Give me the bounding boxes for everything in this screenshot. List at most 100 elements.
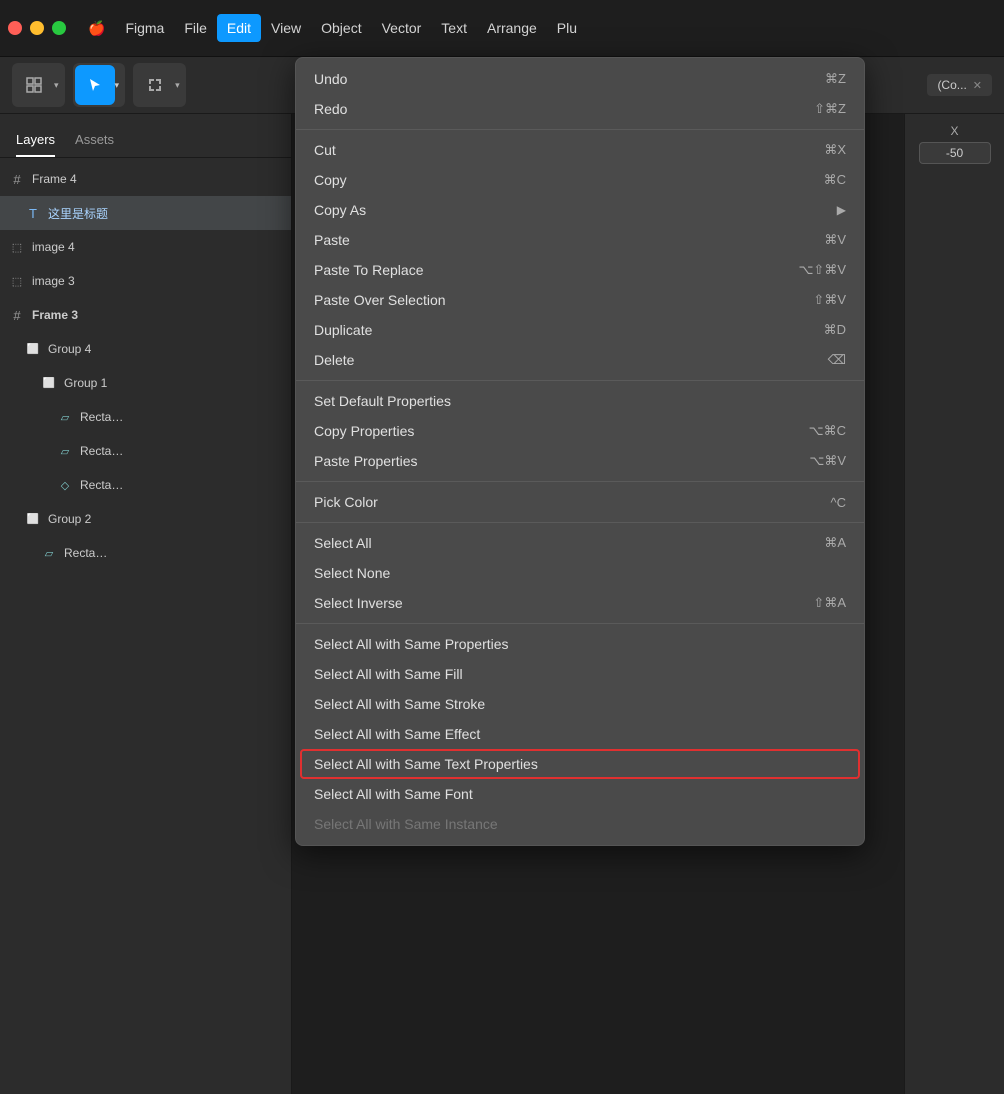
menu-item-paste[interactable]: Paste ⌘V xyxy=(296,225,864,255)
menu-edit[interactable]: Edit xyxy=(217,14,261,42)
menu-item-undo[interactable]: Undo ⌘Z xyxy=(296,64,864,94)
layer-name: Group 1 xyxy=(64,376,283,390)
menu-item-select-none[interactable]: Select None xyxy=(296,558,864,588)
menu-item-cut[interactable]: Cut ⌘X xyxy=(296,135,864,165)
group-icon: ⬜ xyxy=(24,514,42,525)
tab-close-button[interactable]: ✕ xyxy=(973,79,982,92)
frame-icon: # xyxy=(8,308,26,323)
menu-item-same-stroke[interactable]: Select All with Same Stroke xyxy=(296,689,864,719)
menu-shortcut: ⌘C xyxy=(824,172,846,188)
layer-name: Recta… xyxy=(64,546,283,560)
menu-shortcut: ⇧⌘A xyxy=(813,595,846,611)
grid-tool-button[interactable] xyxy=(14,65,54,105)
layer-item[interactable]: ⬜ Group 2 xyxy=(0,502,291,536)
menu-item-label: Select All with Same Properties xyxy=(314,636,509,652)
frame-tool-chevron: ▾ xyxy=(175,80,184,91)
layer-name: 这里是标题 xyxy=(48,205,283,222)
layer-item[interactable]: ◇ Recta… xyxy=(0,468,291,502)
menu-apple[interactable]: 🍎 xyxy=(78,14,115,43)
menu-item-label: Select All with Same Text Properties xyxy=(314,756,538,772)
select-tool-chevron: ▾ xyxy=(115,80,124,91)
menu-shortcut: ⌥⌘V xyxy=(809,453,846,469)
menu-vector[interactable]: Vector xyxy=(372,14,432,42)
close-button[interactable] xyxy=(8,21,22,35)
menu-item-duplicate[interactable]: Duplicate ⌘D xyxy=(296,315,864,345)
select-tool-group: ▾ xyxy=(73,63,126,107)
menu-item-copy[interactable]: Copy ⌘C xyxy=(296,165,864,195)
menu-item-copy-properties[interactable]: Copy Properties ⌥⌘C xyxy=(296,416,864,446)
menu-shortcut: ⌘Z xyxy=(825,71,846,87)
image-icon: ⬚ xyxy=(8,275,26,288)
menu-item-same-text-properties[interactable]: Select All with Same Text Properties xyxy=(300,749,860,779)
panel-tabs: Layers Assets xyxy=(0,114,291,158)
layer-item[interactable]: ⬜ Group 1 xyxy=(0,366,291,400)
menu-item-label: Select All xyxy=(314,535,372,551)
menu-figma[interactable]: Figma xyxy=(115,14,174,42)
menu-item-same-fill[interactable]: Select All with Same Fill xyxy=(296,659,864,689)
group-icon: ⬜ xyxy=(24,344,42,355)
layer-item[interactable]: ▱ Recta… xyxy=(0,536,291,570)
menu-item-paste-over-selection[interactable]: Paste Over Selection ⇧⌘V xyxy=(296,285,864,315)
layer-item[interactable]: ▱ Recta… xyxy=(0,400,291,434)
menu-shortcut: ⇧⌘Z xyxy=(814,101,846,117)
menu-arrange[interactable]: Arrange xyxy=(477,14,547,42)
group-icon: ⬜ xyxy=(40,378,58,389)
layer-list: # Frame 4 T 这里是标题 ⬚ image 4 ⬚ image 3 # … xyxy=(0,158,291,570)
menu-item-paste-properties[interactable]: Paste Properties ⌥⌘V xyxy=(296,446,864,476)
open-tab[interactable]: (Co... ✕ xyxy=(927,74,992,96)
x-input[interactable] xyxy=(919,142,991,164)
menu-plugins[interactable]: Plu xyxy=(547,14,587,42)
layer-name: Group 4 xyxy=(48,342,283,356)
menu-item-paste-to-replace[interactable]: Paste To Replace ⌥⇧⌘V xyxy=(296,255,864,285)
menu-item-delete[interactable]: Delete ⌫ xyxy=(296,345,864,375)
tab-label: (Co... xyxy=(937,78,966,92)
menu-item-set-default[interactable]: Set Default Properties xyxy=(296,386,864,416)
menu-item-select-all[interactable]: Select All ⌘A xyxy=(296,528,864,558)
menu-item-label: Copy Properties xyxy=(314,423,414,439)
menu-item-redo[interactable]: Redo ⇧⌘Z xyxy=(296,94,864,124)
tab-layers[interactable]: Layers xyxy=(16,132,55,157)
layer-item[interactable]: # Frame 3 xyxy=(0,298,291,332)
layer-item[interactable]: ⬜ Group 4 xyxy=(0,332,291,366)
menu-item-label: Set Default Properties xyxy=(314,393,451,409)
frame-icon: # xyxy=(8,172,26,187)
menu-item-label: Select None xyxy=(314,565,390,581)
layer-item[interactable]: ⬚ image 4 xyxy=(0,230,291,264)
tab-assets[interactable]: Assets xyxy=(75,132,114,157)
menu-item-label: Pick Color xyxy=(314,494,378,510)
minimize-button[interactable] xyxy=(30,21,44,35)
frame-tool-button[interactable] xyxy=(135,65,175,105)
layer-name: Recta… xyxy=(80,410,283,424)
menu-shortcut: ^C xyxy=(831,495,847,510)
menu-item-select-inverse[interactable]: Select Inverse ⇧⌘A xyxy=(296,588,864,618)
menu-item-label: Copy xyxy=(314,172,347,188)
menu-item-pick-color[interactable]: Pick Color ^C xyxy=(296,487,864,517)
menu-text[interactable]: Text xyxy=(431,14,477,42)
maximize-button[interactable] xyxy=(52,21,66,35)
menu-item-label: Select All with Same Instance xyxy=(314,816,498,832)
frame-tool-group: ▾ xyxy=(133,63,186,107)
menu-separator xyxy=(296,380,864,381)
select-tool-button[interactable] xyxy=(75,65,115,105)
menu-file[interactable]: File xyxy=(174,14,217,42)
menu-item-same-instance: Select All with Same Instance xyxy=(296,809,864,839)
menu-item-same-font[interactable]: Select All with Same Font xyxy=(296,779,864,809)
menu-view[interactable]: View xyxy=(261,14,311,42)
layer-item[interactable]: ⬚ image 3 xyxy=(0,264,291,298)
menu-item-same-effect[interactable]: Select All with Same Effect xyxy=(296,719,864,749)
menu-object[interactable]: Object xyxy=(311,14,371,42)
menu-item-copy-as[interactable]: Copy As ▶ xyxy=(296,195,864,225)
window-controls xyxy=(8,21,66,35)
layer-item[interactable]: # Frame 4 xyxy=(0,162,291,196)
shape-icon: ◇ xyxy=(56,479,74,492)
menu-item-same-properties[interactable]: Select All with Same Properties xyxy=(296,629,864,659)
layer-name: image 4 xyxy=(32,240,283,254)
menu-item-label: Paste Properties xyxy=(314,453,418,469)
menu-shortcut: ⌘X xyxy=(824,142,846,158)
menu-item-label: Redo xyxy=(314,101,347,117)
left-panel: Layers Assets # Frame 4 T 这里是标题 ⬚ image … xyxy=(0,114,292,1094)
layer-item-selected[interactable]: T 这里是标题 xyxy=(0,196,291,230)
menu-shortcut: ⌘V xyxy=(824,232,846,248)
menu-separator xyxy=(296,623,864,624)
layer-item[interactable]: ▱ Recta… xyxy=(0,434,291,468)
